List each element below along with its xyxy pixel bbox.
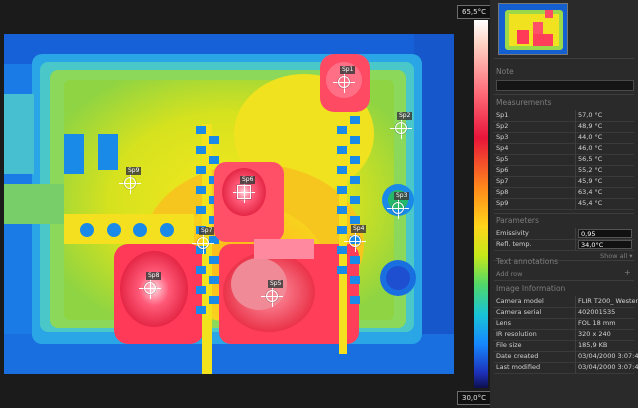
info-row: Last modified 03/04/2000 3:07:42 SA [494,362,638,374]
measurement-value: 46,0 °C [578,144,603,152]
add-icon[interactable]: + [624,268,631,277]
measurement-name: Sp1 [496,111,509,119]
info-name: Camera serial [496,308,542,316]
info-value: 320 x 240 [578,330,611,338]
thermal-image[interactable]: Sp1 Sp2 Sp3 Sp4 Sp5 Sp6 Sp7 Sp8 Sp9 [4,34,454,374]
info-name: IR resolution [496,330,537,338]
info-value: FOL 18 mm [578,319,616,327]
divider [494,94,634,95]
thumbnail-image[interactable] [498,3,568,55]
note-field[interactable] [496,80,634,91]
measurement-name: Sp5 [496,155,509,163]
spot-label: Sp7 [199,227,215,235]
measurement-value: 48,9 °C [578,122,603,130]
measurement-name: Sp7 [496,177,509,185]
measurement-value: 56,5 °C [578,155,603,163]
note-title: Note [496,67,514,76]
info-value: 03/04/2000 3:07:42 SA [578,363,638,371]
show-all-link[interactable]: Show all ▾ [600,252,633,260]
parameter-name: Emissivity [496,229,529,237]
thermal-picture [4,34,454,374]
spot-label: Sp5 [268,280,284,288]
info-name: Lens [496,319,512,327]
scale-min-value[interactable]: 30,0°C [457,391,491,405]
spot-label: Sp1 [340,66,356,74]
spot-label: Sp4 [351,225,367,233]
measurement-name: Sp8 [496,188,509,196]
divider [494,213,634,214]
measurement-value: 44,0 °C [578,133,603,141]
measurement-value: 45,9 °C [578,177,603,185]
scale-max-value[interactable]: 65,5°C [457,5,491,19]
text-annotations-title: Text annotations [496,257,559,266]
spot-label: Sp3 [394,192,410,200]
info-value: 03/04/2000 3:07:41 SA [578,352,638,360]
info-value: 402001535 [578,308,616,316]
spot-label: Sp9 [126,167,142,175]
info-name: Camera model [496,297,544,305]
measurements-title: Measurements [496,98,552,107]
info-name: Date created [496,352,539,360]
spot-label: Sp2 [397,112,413,120]
temperature-scale-bar [474,20,488,388]
info-name: Last modified [496,363,541,371]
divider [494,280,634,281]
spot-label: Sp6 [240,176,256,184]
image-information-title: Image Information [496,284,566,293]
measurement-name: Sp6 [496,166,509,174]
spot-label: Sp8 [146,272,162,280]
info-value: FLIR T200_ Western [578,297,638,305]
measurement-name: Sp3 [496,133,509,141]
measurement-name: Sp9 [496,199,509,207]
show-all-label: Show all [600,252,628,260]
measurement-value: 57,0 °C [578,111,603,119]
info-name: File size [496,341,522,349]
measurement-value: 55,2 °C [578,166,603,174]
measurement-name: Sp2 [496,122,509,130]
measurement-name: Sp4 [496,144,509,152]
info-value: 185,9 KB [578,341,608,349]
parameters-title: Parameters [496,216,539,225]
reflected-temp-input[interactable]: 34,0°C [578,240,632,249]
emissivity-input[interactable]: 0,95 [578,229,632,238]
measurement-value: 45,4 °C [578,199,603,207]
measurement-row[interactable]: Sp9 45,4 °C [494,198,634,210]
divider [494,58,634,59]
measurement-value: 63,4 °C [578,188,603,196]
image-viewer: Sp1 Sp2 Sp3 Sp4 Sp5 Sp6 Sp7 Sp8 Sp9 65,5… [0,0,491,408]
thumbnail-picture [499,4,567,54]
parameter-name: Refl. temp. [496,240,532,248]
add-row-button[interactable]: Add row [496,270,522,278]
